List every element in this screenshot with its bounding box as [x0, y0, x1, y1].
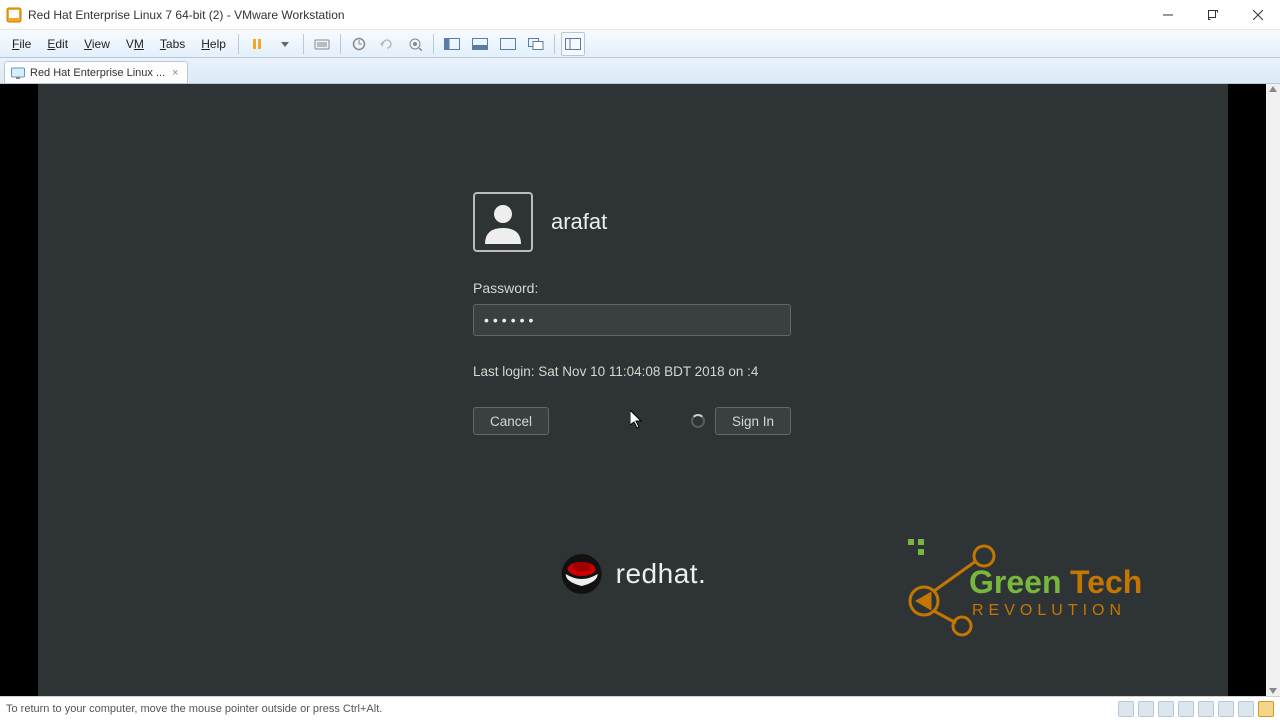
statusbar: To return to your computer, move the mou… [0, 696, 1280, 720]
tray-printer-icon[interactable] [1218, 701, 1234, 717]
cancel-button[interactable]: Cancel [473, 407, 549, 435]
redhat-brand: redhat. [560, 552, 707, 596]
tray-usb-icon[interactable] [1178, 701, 1194, 717]
username-label: arafat [551, 209, 607, 235]
statusbar-tray [1118, 701, 1274, 717]
fullscreen-button[interactable] [496, 32, 520, 56]
separator [303, 34, 304, 54]
close-button[interactable] [1235, 0, 1280, 29]
menu-file[interactable]: File [4, 34, 39, 54]
menu-tabs[interactable]: Tabs [152, 34, 193, 54]
tray-hdd-icon[interactable] [1118, 701, 1134, 717]
separator [340, 34, 341, 54]
password-input[interactable] [473, 304, 791, 336]
suspend-button[interactable] [245, 32, 269, 56]
tray-sound-icon[interactable] [1198, 701, 1214, 717]
person-icon [481, 200, 525, 244]
console-view-button[interactable] [440, 32, 464, 56]
user-avatar [473, 192, 533, 252]
statusbar-hint: To return to your computer, move the mou… [6, 703, 382, 715]
window-title: Red Hat Enterprise Linux 7 64-bit (2) - … [28, 8, 1145, 22]
tray-display-icon[interactable] [1238, 701, 1254, 717]
vm-tab[interactable]: Red Hat Enterprise Linux ... × [4, 61, 188, 83]
thumbnail-view-button[interactable] [468, 32, 492, 56]
password-label: Password: [473, 280, 793, 296]
svg-text:Tech: Tech [1070, 564, 1142, 600]
vm-tab-icon [11, 67, 25, 79]
unity-button[interactable] [524, 32, 548, 56]
last-login-text: Last login: Sat Nov 10 11:04:08 BDT 2018… [473, 364, 793, 379]
revert-snapshot-button[interactable] [375, 32, 399, 56]
menu-edit[interactable]: Edit [39, 34, 76, 54]
library-button[interactable] [561, 32, 585, 56]
redhat-text: redhat. [616, 558, 707, 590]
app-icon [6, 7, 22, 23]
tray-cd-icon[interactable] [1138, 701, 1154, 717]
sign-in-button[interactable]: Sign In [715, 407, 791, 435]
redhat-icon [560, 552, 604, 596]
svg-text:Green: Green [969, 564, 1061, 600]
tray-message-icon[interactable] [1258, 701, 1274, 717]
snapshot-button[interactable] [347, 32, 371, 56]
login-prompt: arafat Password: Last login: Sat Nov 10 … [473, 192, 793, 435]
vm-display-area: arafat Password: Last login: Sat Nov 10 … [0, 84, 1280, 696]
separator [554, 34, 555, 54]
watermark: GreenTech REVOLUTION [894, 531, 1204, 646]
maximize-button[interactable] [1190, 0, 1235, 29]
power-dropdown[interactable] [273, 32, 297, 56]
vm-scrollbar[interactable] [1266, 84, 1280, 696]
svg-text:REVOLUTION: REVOLUTION [972, 602, 1126, 619]
send-cad-button[interactable] [310, 32, 334, 56]
menu-help[interactable]: Help [193, 34, 234, 54]
tray-network-icon[interactable] [1158, 701, 1174, 717]
vm-tab-close[interactable]: × [170, 67, 180, 79]
scroll-down-icon[interactable] [1269, 688, 1277, 694]
vm-tabstrip: Red Hat Enterprise Linux ... × [0, 58, 1280, 84]
menubar: File Edit View VM Tabs Help [0, 30, 1280, 58]
separator [433, 34, 434, 54]
minimize-button[interactable] [1145, 0, 1190, 29]
menu-vm[interactable]: VM [118, 34, 152, 54]
scroll-up-icon[interactable] [1269, 86, 1277, 92]
window-titlebar: Red Hat Enterprise Linux 7 64-bit (2) - … [0, 0, 1280, 30]
separator [238, 34, 239, 54]
vm-console[interactable]: arafat Password: Last login: Sat Nov 10 … [38, 84, 1228, 696]
vm-tab-label: Red Hat Enterprise Linux ... [30, 67, 165, 79]
menu-view[interactable]: View [76, 34, 118, 54]
loading-spinner-icon [691, 414, 705, 428]
manage-snapshot-button[interactable] [403, 32, 427, 56]
